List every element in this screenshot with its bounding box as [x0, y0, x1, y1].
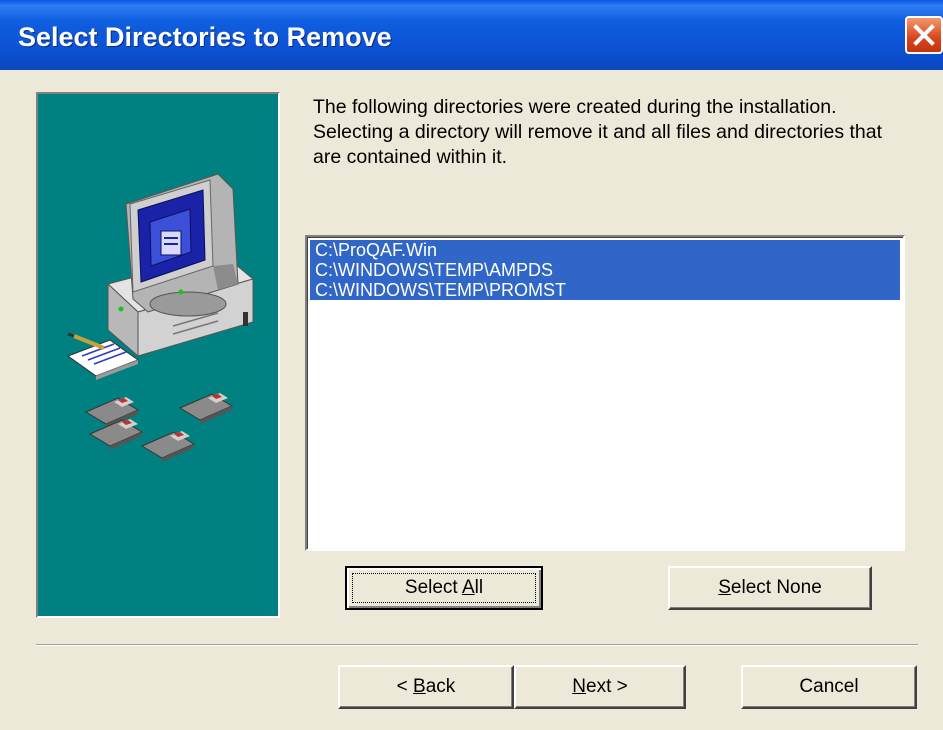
title-bar[interactable]: Select Directories to Remove: [0, 0, 943, 70]
instructions-text: The following directories were created d…: [313, 96, 883, 168]
separator-line: [36, 644, 918, 646]
directory-list-item[interactable]: C:\WINDOWS\TEMP\AMPDS: [310, 260, 900, 280]
directory-list-item[interactable]: C:\WINDOWS\TEMP\PROMST: [310, 280, 900, 300]
computer-icon: [106, 173, 255, 358]
window-title: Select Directories to Remove: [18, 22, 392, 52]
select-all-button[interactable]: Select All: [345, 566, 543, 610]
back-label: < Back: [396, 676, 456, 697]
cancel-button[interactable]: Cancel: [741, 665, 917, 709]
uninstall-dialog: Select Directories to Remove The followi…: [0, 0, 943, 730]
select-none-label: Select None: [718, 577, 822, 598]
select-all-label: Select All: [404, 577, 484, 598]
select-none-button[interactable]: Select None: [668, 566, 872, 610]
floppy-disk-icon: [84, 393, 234, 462]
back-button[interactable]: < Back: [338, 665, 514, 709]
close-button[interactable]: [905, 16, 943, 54]
cancel-label: Cancel: [799, 676, 859, 697]
directory-listbox[interactable]: C:\ProQAF.Win C:\WINDOWS\TEMP\AMPDS C:\W…: [305, 235, 905, 551]
next-label: Next >: [572, 676, 628, 697]
directory-list-item[interactable]: C:\ProQAF.Win: [310, 240, 900, 260]
next-button[interactable]: Next >: [514, 665, 686, 709]
wizard-side-image: [36, 92, 280, 618]
close-icon: [913, 24, 935, 46]
